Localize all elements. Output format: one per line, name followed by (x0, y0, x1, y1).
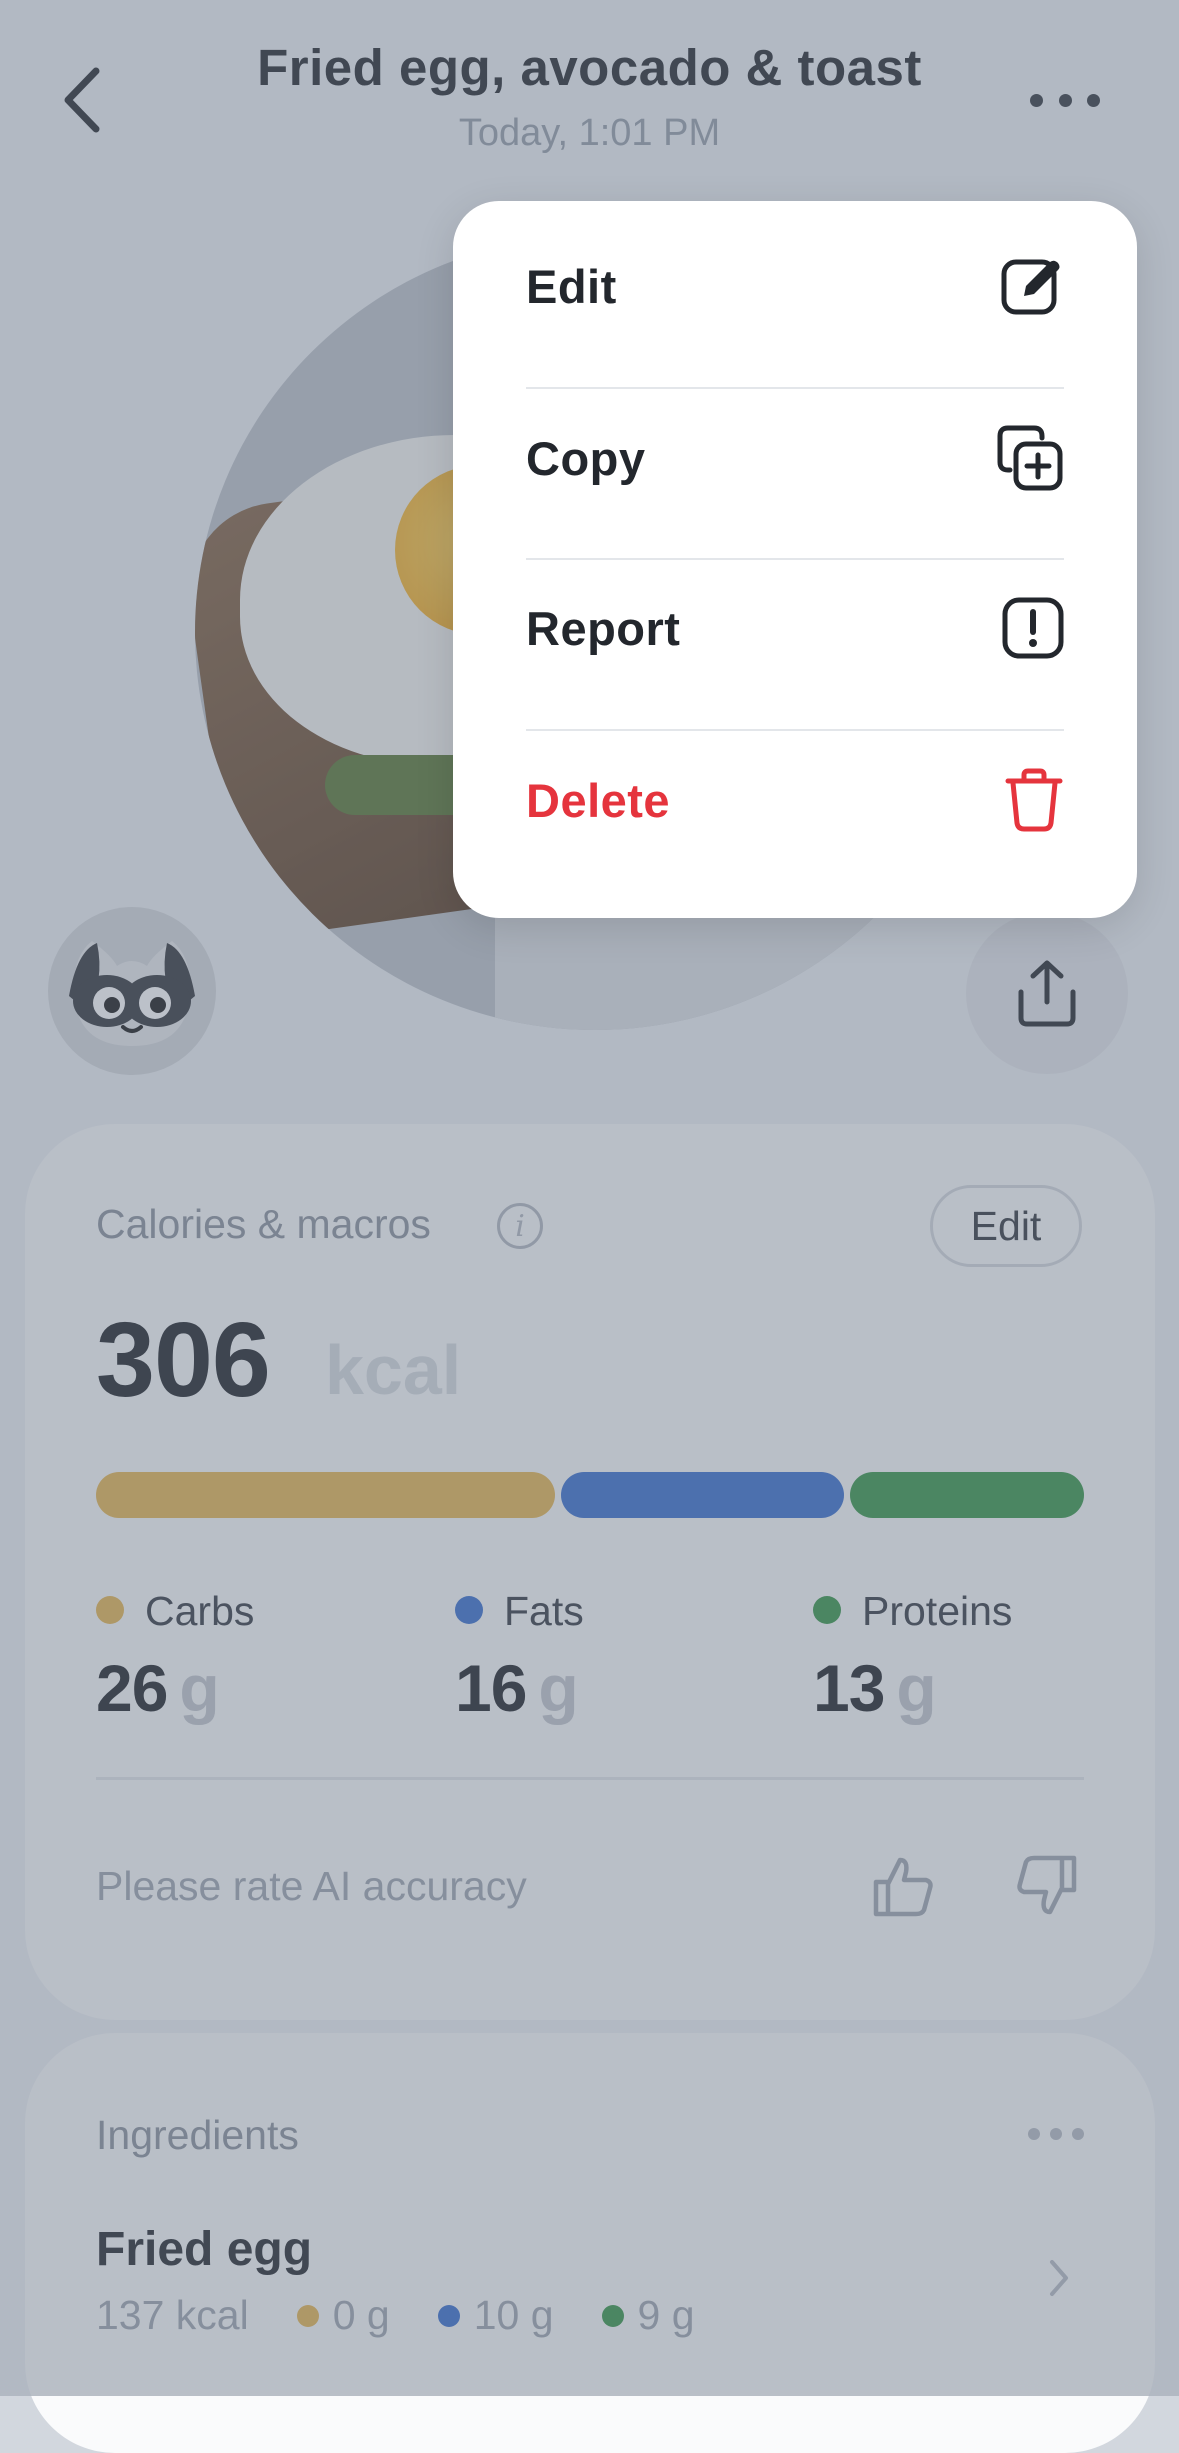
menu-item-edit[interactable]: Edit (526, 201, 1064, 371)
report-icon (1002, 597, 1064, 659)
menu-item-report[interactable]: Report (526, 543, 1064, 713)
menu-item-delete[interactable]: Delete (526, 715, 1064, 885)
trash-icon (1005, 768, 1063, 832)
options-menu: Edit Copy Report Delete (453, 201, 1137, 918)
copy-icon (997, 425, 1063, 491)
menu-item-copy[interactable]: Copy (526, 373, 1064, 543)
edit-icon (1001, 259, 1060, 315)
